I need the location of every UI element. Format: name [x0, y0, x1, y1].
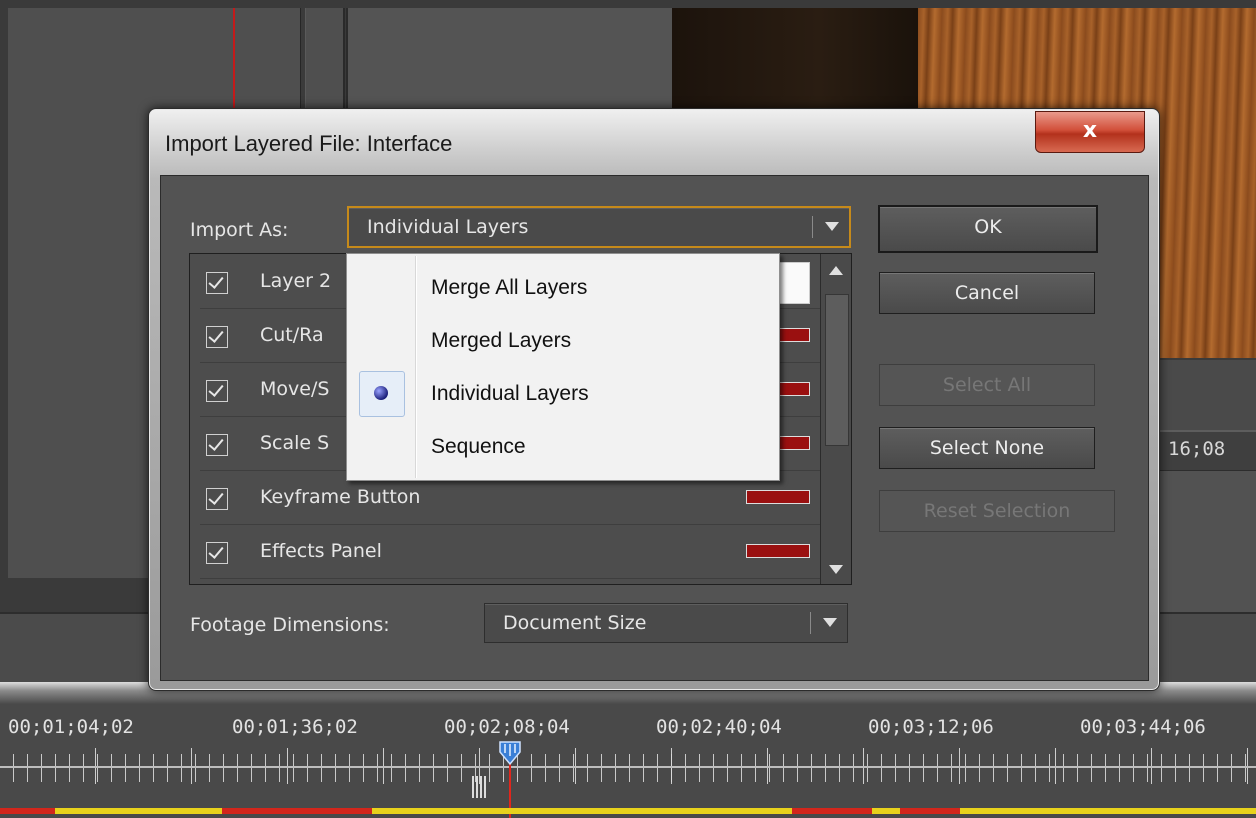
cancel-button[interactable]: Cancel [879, 272, 1095, 314]
layer-name: Layer 2 [260, 270, 332, 292]
import-as-dropdown[interactable]: Individual Layers [347, 206, 851, 248]
work-area-marker[interactable] [472, 776, 486, 798]
checkbox[interactable] [206, 488, 228, 510]
ruler-baseline [0, 766, 1256, 768]
program-monitor-controls [1158, 360, 1256, 440]
footage-dimensions-value: Document Size [503, 612, 647, 634]
menu-item-merged-layers[interactable]: Merged Layers [431, 315, 761, 367]
render-status-red [222, 808, 372, 814]
layer-name: Effects Panel [260, 540, 382, 562]
timecode-label: 00;03;12;06 [868, 716, 994, 738]
menu-item-merge-all-layers[interactable]: Merge All Layers [431, 262, 761, 314]
source-playhead-line [233, 8, 235, 108]
menu-item-individual-layers[interactable]: Individual Layers [431, 368, 761, 420]
footage-dimensions-label: Footage Dimensions: [190, 614, 390, 636]
scroll-thumb[interactable] [825, 294, 849, 446]
select-all-button[interactable]: Select All [879, 364, 1095, 406]
chevron-down-icon [823, 618, 837, 627]
checkbox[interactable] [206, 434, 228, 456]
playhead-handle-icon[interactable] [498, 740, 522, 766]
list-scrollbar[interactable] [820, 254, 851, 584]
close-icon: x [1082, 118, 1098, 143]
timecode-label: 00;02;40;04 [656, 716, 782, 738]
list-item[interactable]: Effects Panel [200, 526, 820, 579]
chevron-down-icon [825, 222, 839, 231]
scroll-up-icon[interactable] [829, 266, 843, 275]
source-monitor-panel [346, 8, 674, 108]
select-none-button[interactable]: Select None [879, 427, 1095, 469]
render-status-bar [0, 808, 1256, 814]
menu-selected-indicator [359, 371, 405, 417]
checkbox[interactable] [206, 272, 228, 294]
layer-thumbnail [746, 544, 810, 558]
layer-thumbnail [746, 490, 810, 504]
dialog-title: Import Layered File: Interface [165, 131, 453, 156]
menu-item-sequence[interactable]: Sequence [431, 421, 761, 473]
dropdown-separator [810, 612, 811, 634]
checkbox[interactable] [206, 326, 228, 348]
import-as-label: Import As: [190, 219, 289, 241]
render-status-red [900, 808, 960, 814]
layer-name: Move/S [260, 378, 330, 400]
program-timecode-area: 16;08 [1160, 430, 1256, 472]
checkbox[interactable] [206, 380, 228, 402]
close-button[interactable]: x [1035, 111, 1145, 153]
ok-button[interactable]: OK [878, 205, 1098, 253]
scroll-down-icon[interactable] [829, 565, 843, 574]
dropdown-separator [812, 216, 813, 238]
timeline-ruler[interactable]: 00;01;04;02 00;01;36;02 00;02;08;04 00;0… [0, 704, 1256, 818]
render-status-red [0, 808, 55, 814]
render-status-red [792, 808, 872, 814]
program-timecode[interactable]: 16;08 [1168, 438, 1225, 460]
radio-dot-icon [374, 386, 388, 400]
timecode-label: 00;01;36;02 [232, 716, 358, 738]
checkbox[interactable] [206, 542, 228, 564]
reset-selection-button[interactable]: Reset Selection [879, 490, 1115, 532]
layer-name: Cut/Ra [260, 324, 324, 346]
menu-gutter [415, 256, 417, 478]
import-as-menu: Merge All Layers Merged Layers Individua… [346, 253, 780, 481]
footage-dimensions-dropdown[interactable]: Document Size [484, 603, 848, 643]
timecode-label: 00;02;08;04 [444, 716, 570, 738]
layer-name: Scale S [260, 432, 330, 454]
layer-name: Keyframe Button [260, 486, 421, 508]
timecode-label: 00;03;44;06 [1080, 716, 1206, 738]
import-as-value: Individual Layers [367, 216, 529, 238]
timecode-label: 00;01;04;02 [8, 716, 134, 738]
